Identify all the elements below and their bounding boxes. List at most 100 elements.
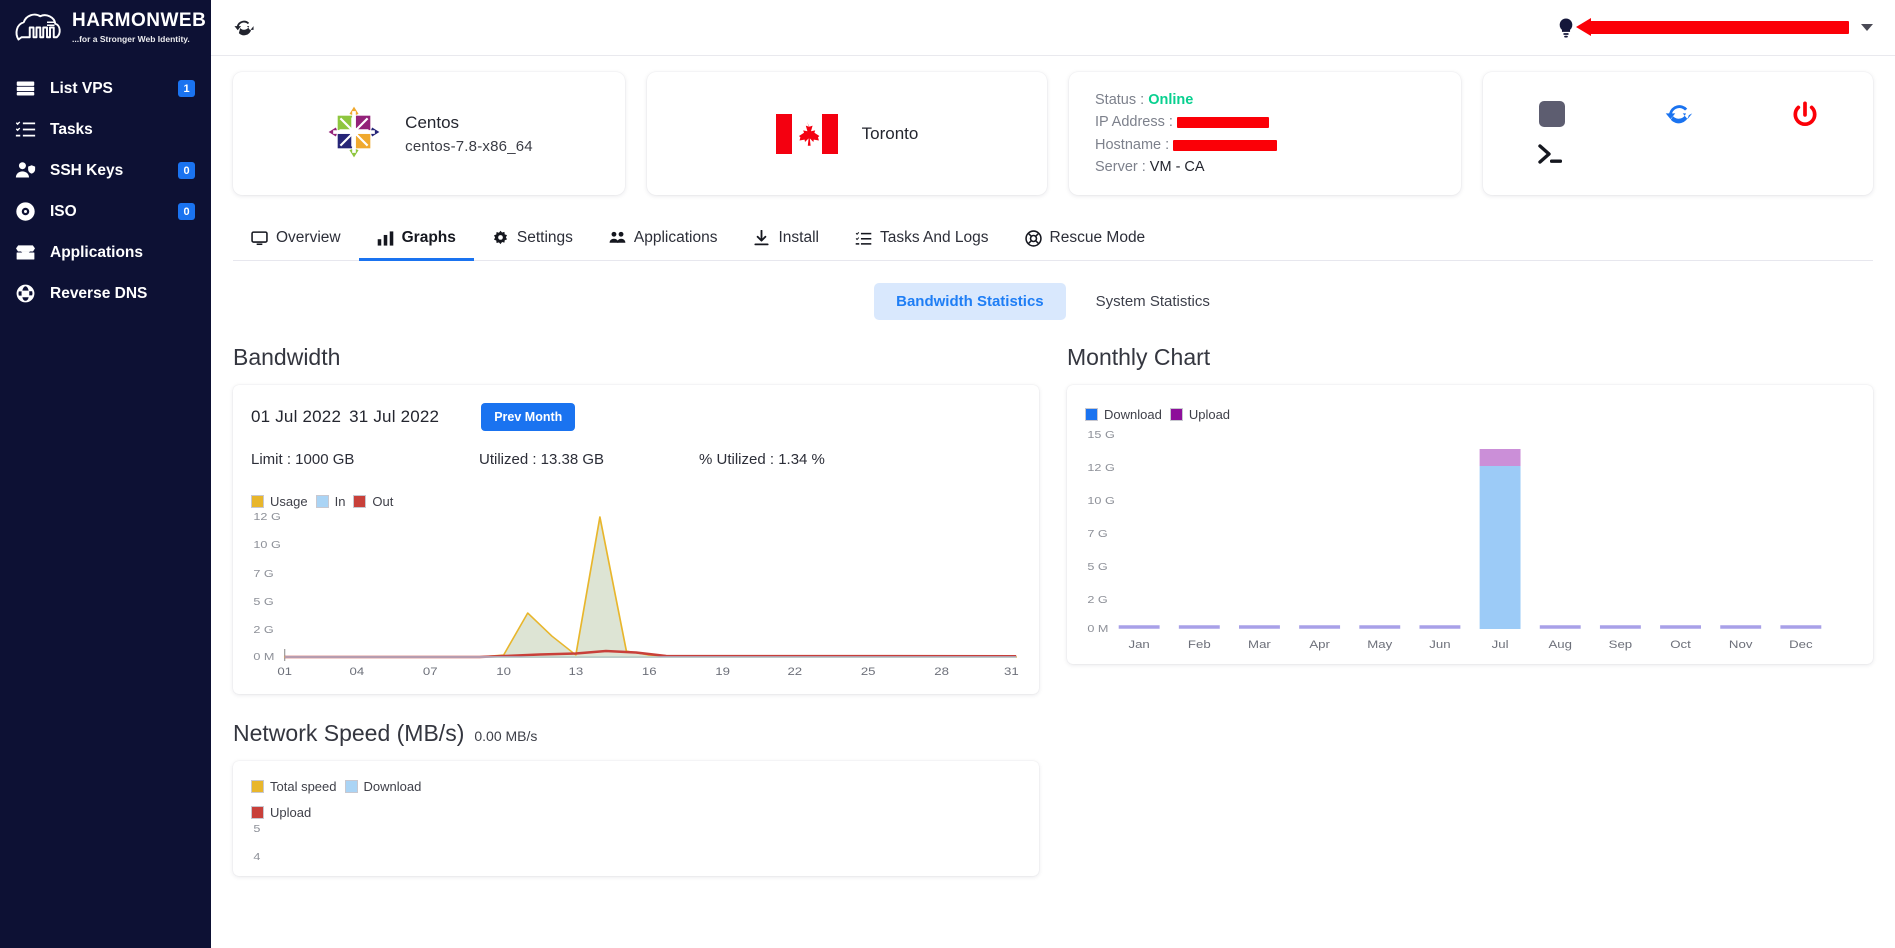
svg-text:May: May	[1367, 638, 1393, 651]
sidebar-item-list-vps[interactable]: List VPS 1	[0, 68, 211, 109]
legend-label: Upload	[270, 805, 311, 820]
main-tabs: Overview Graphs Settings Applications In…	[233, 221, 1873, 261]
legend-label: Out	[372, 494, 393, 509]
svg-text:13: 13	[568, 665, 583, 678]
power-icon[interactable]	[1791, 101, 1819, 131]
svg-text:22: 22	[787, 665, 802, 678]
sidebar-item-label: Reverse DNS	[50, 285, 195, 303]
svg-text:Dec: Dec	[1789, 638, 1813, 651]
bandwidth-column: Bandwidth 01 Jul 2022 31 Jul 2022 Prev M…	[233, 344, 1039, 876]
sidebar-item-label: List VPS	[50, 80, 164, 98]
svg-text:12 G: 12 G	[253, 511, 280, 523]
subtab-system-statistics[interactable]: System Statistics	[1074, 283, 1232, 320]
bar-jul-download	[1480, 466, 1521, 629]
server-label: Server :	[1095, 159, 1146, 175]
sidebar-item-ssh-keys[interactable]: SSH Keys 0	[0, 150, 211, 191]
legend-label: In	[335, 494, 346, 509]
globe-icon	[14, 283, 36, 305]
disc-icon	[14, 201, 36, 223]
svg-text:Nov: Nov	[1729, 638, 1754, 651]
reboot-icon[interactable]	[1664, 101, 1694, 131]
tab-label: Rescue Mode	[1050, 229, 1146, 247]
sidebar-item-applications[interactable]: Applications	[0, 232, 211, 273]
lightbulb-icon[interactable]	[1555, 17, 1577, 39]
sidebar: HARMONWEB ...for a Stronger Web Identity…	[0, 0, 211, 948]
refresh-icon[interactable]	[231, 15, 257, 41]
brand-name: HARMONWEB	[72, 10, 206, 31]
svg-text:07: 07	[423, 665, 438, 678]
bandwidth-limit: Limit : 1000 GB	[251, 451, 479, 468]
legend-total-speed[interactable]: Total speed	[251, 779, 337, 794]
svg-text:31: 31	[1004, 665, 1019, 678]
legend-label: Download	[364, 779, 422, 794]
ns-ytick-4: 4	[253, 851, 261, 863]
bandwidth-header: 01 Jul 2022 31 Jul 2022 Prev Month	[251, 403, 1021, 431]
sidebar-item-reverse-dns[interactable]: Reverse DNS	[0, 273, 211, 314]
svg-text:25: 25	[861, 665, 876, 678]
network-speed-chart[interactable]: 5 4	[251, 820, 1021, 872]
sidebar-item-label: Tasks	[50, 121, 195, 139]
tab-applications[interactable]: Applications	[591, 221, 736, 261]
prev-month-button[interactable]: Prev Month	[481, 403, 575, 431]
bandwidth-legend: Usage In Out	[251, 494, 1021, 509]
legend-upload[interactable]: Upload	[1170, 407, 1230, 422]
chevron-down-icon[interactable]	[1861, 24, 1873, 31]
tab-graphs[interactable]: Graphs	[359, 221, 474, 261]
legend-usage[interactable]: Usage	[251, 494, 308, 509]
os-name: Centos	[405, 113, 533, 133]
svg-text:Feb: Feb	[1188, 638, 1211, 651]
tab-label: Tasks And Logs	[880, 229, 989, 247]
svg-text:Oct: Oct	[1670, 638, 1691, 651]
monthly-chart[interactable]: 15 G 12 G 10 G 7 G 5 G 2 G 0 M	[1085, 422, 1855, 654]
sidebar-item-label: Applications	[50, 244, 195, 262]
sidebar-badge: 0	[178, 203, 195, 220]
legend-out[interactable]: Out	[353, 494, 393, 509]
svg-text:2 G: 2 G	[253, 624, 273, 636]
tab-overview[interactable]: Overview	[233, 221, 359, 261]
legend-label: Total speed	[270, 779, 337, 794]
tab-rescue-mode[interactable]: Rescue Mode	[1007, 221, 1164, 261]
tab-label: Applications	[634, 229, 718, 247]
legend-download[interactable]: Download	[1085, 407, 1162, 422]
svg-text:Apr: Apr	[1309, 638, 1330, 651]
network-speed-panel: Total speed Download Upload	[233, 761, 1039, 876]
legend-in[interactable]: In	[316, 494, 346, 509]
tab-install[interactable]: Install	[735, 221, 837, 261]
bandwidth-panel: 01 Jul 2022 31 Jul 2022 Prev Month Limit…	[233, 385, 1039, 694]
status-row: Status : Online	[1095, 89, 1277, 111]
bandwidth-title: Bandwidth	[233, 344, 1039, 371]
stop-and-console-group	[1537, 101, 1567, 167]
network-speed-header: Network Speed (MB/s) 0.00 MB/s	[233, 720, 1039, 747]
legend-upload[interactable]: Upload	[251, 805, 1021, 820]
bandwidth-date-start: 01 Jul 2022	[251, 407, 341, 427]
canada-flag	[776, 114, 838, 154]
stop-square-icon[interactable]	[1539, 101, 1565, 127]
sidebar-item-iso[interactable]: ISO 0	[0, 191, 211, 232]
status-label: Status :	[1095, 92, 1144, 108]
legend-swatch	[251, 806, 264, 819]
subtab-bandwidth-statistics[interactable]: Bandwidth Statistics	[874, 283, 1066, 320]
svg-text:10: 10	[496, 665, 511, 678]
ip-label: IP Address :	[1095, 114, 1173, 130]
location-name: Toronto	[862, 124, 919, 144]
svg-text:19: 19	[715, 665, 730, 678]
terminal-icon[interactable]	[1537, 143, 1567, 167]
legend-label: Usage	[270, 494, 308, 509]
bandwidth-chart[interactable]: 12 G 10 G 7 G 5 G 2 G 0 M	[251, 509, 1021, 684]
brand[interactable]: HARMONWEB ...for a Stronger Web Identity…	[0, 0, 211, 56]
legend-download[interactable]: Download	[345, 779, 422, 794]
sidebar-item-tasks[interactable]: Tasks	[0, 109, 211, 150]
network-speed-title: Network Speed (MB/s)	[233, 720, 464, 747]
monthly-column: Monthly Chart Download Upload	[1067, 344, 1873, 876]
main-area: Centos centos-7.8-x86_64 Toronto	[211, 0, 1895, 948]
status-badge: Online	[1148, 92, 1193, 108]
tab-label: Overview	[276, 229, 341, 247]
legend-swatch	[353, 495, 366, 508]
app-root: HARMONWEB ...for a Stronger Web Identity…	[0, 0, 1895, 948]
user-name-redacted[interactable]	[1589, 21, 1849, 34]
tab-settings[interactable]: Settings	[474, 221, 591, 261]
bandwidth-utilized: Utilized : 13.38 GB	[479, 451, 699, 468]
tab-tasks-and-logs[interactable]: Tasks And Logs	[837, 221, 1007, 261]
bandwidth-stats: Limit : 1000 GB Utilized : 13.38 GB % Ut…	[251, 451, 1021, 468]
statistics-subtabs: Bandwidth Statistics System Statistics	[233, 283, 1873, 320]
